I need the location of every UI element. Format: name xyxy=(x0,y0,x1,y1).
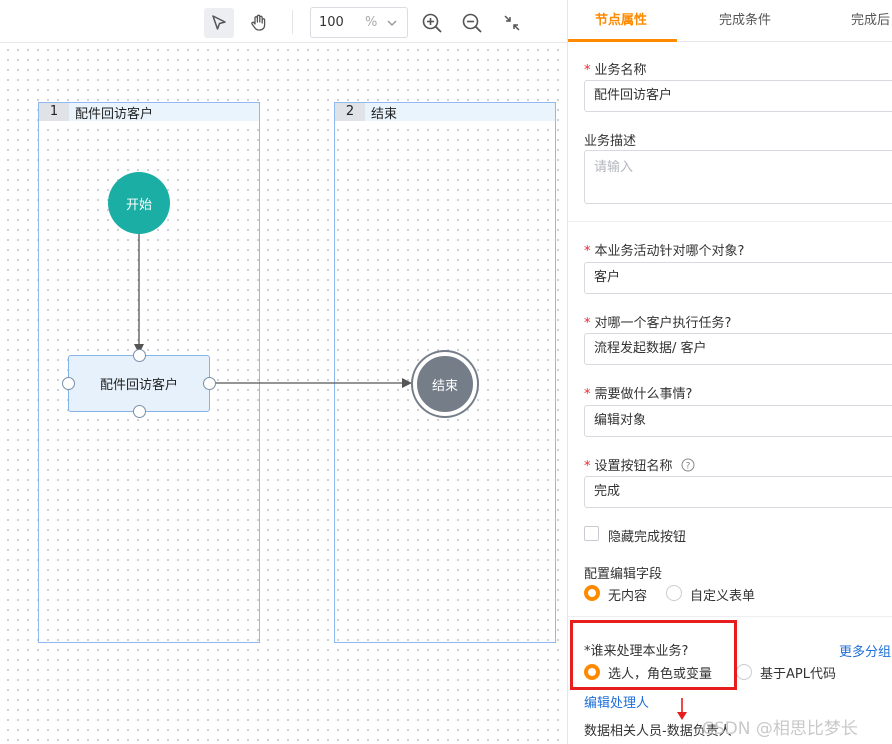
end-node[interactable]: 结束 xyxy=(413,352,477,416)
which-customer-select[interactable]: 流程发起数据/ 客户 xyxy=(584,333,892,365)
panel-tabs: 节点属性 完成条件 完成后 xyxy=(568,0,892,42)
task-node-label: 配件回访客户 xyxy=(99,378,178,393)
business-name-input[interactable]: 配件回访客户 xyxy=(584,80,892,112)
which-customer-label: * 对哪一个客户执行任务? xyxy=(584,316,732,331)
zoom-out-button[interactable] xyxy=(457,8,487,38)
task-node[interactable]: 配件回访客户 xyxy=(68,355,210,412)
zoom-unit: % xyxy=(365,15,378,30)
pointer-icon xyxy=(212,15,226,30)
radio-custom-form-label: 自定义表单 xyxy=(690,589,756,604)
business-name-label: * 业务名称 xyxy=(584,63,647,78)
section-divider xyxy=(568,616,892,617)
target-object-select[interactable]: 客户 xyxy=(584,262,892,294)
hand-tool-button[interactable] xyxy=(244,8,274,38)
task-port-top[interactable] xyxy=(133,349,146,362)
edit-handler-link[interactable]: 编辑处理人 xyxy=(584,692,649,711)
active-tab-underline xyxy=(568,39,677,42)
chevron-down-icon xyxy=(387,20,397,26)
business-desc-label: 业务描述 xyxy=(584,134,637,149)
flow-canvas[interactable]: 1 配件回访客户 2 结束 开始 配件回访客户 结束 xyxy=(0,0,567,744)
zoom-value: 100 xyxy=(319,15,344,30)
hand-icon xyxy=(251,14,266,31)
what-to-do-label: * 需要做什么事情? xyxy=(584,387,693,402)
edge-task-to-end-arrowhead xyxy=(402,378,412,388)
arrow-down-icon xyxy=(677,698,687,720)
target-object-label: * 本业务活动针对哪个对象? xyxy=(584,244,745,259)
business-desc-textarea[interactable]: 请输入 xyxy=(584,150,892,204)
watermark: CSDN @相思比梦长 xyxy=(702,719,858,739)
select-tool-button[interactable] xyxy=(204,8,234,38)
radio-apl-code[interactable] xyxy=(736,664,752,680)
fit-screen-button[interactable] xyxy=(497,8,527,38)
hide-button-checkbox[interactable] xyxy=(584,526,599,541)
canvas-toolbar: 100 % xyxy=(0,0,567,43)
zoom-out-icon xyxy=(462,13,482,33)
tab-completion-conditions[interactable]: 完成条件 xyxy=(719,0,771,42)
highlight-box xyxy=(570,620,737,690)
more-groups-link[interactable]: 更多分组 xyxy=(839,641,891,660)
help-circle-icon[interactable]: ? xyxy=(681,458,695,472)
radio-no-content-label: 无内容 xyxy=(608,589,648,604)
tab-after-completion[interactable]: 完成后 xyxy=(851,0,890,42)
target-object-value: 客户 xyxy=(594,270,621,285)
task-port-bottom[interactable] xyxy=(133,405,146,418)
svg-text:?: ? xyxy=(685,462,690,472)
what-to-do-value: 编辑对象 xyxy=(594,413,647,428)
task-port-right[interactable] xyxy=(203,377,216,390)
button-name-input[interactable]: 完成 xyxy=(584,476,892,508)
zoom-select[interactable]: 100 % xyxy=(310,7,408,38)
which-customer-value: 流程发起数据/ 客户 xyxy=(594,341,707,356)
section-divider xyxy=(568,221,892,222)
task-port-left[interactable] xyxy=(62,377,75,390)
radio-custom-form[interactable] xyxy=(666,585,682,601)
start-node[interactable]: 开始 xyxy=(108,172,170,234)
toolbar-divider xyxy=(292,10,293,34)
zoom-in-button[interactable] xyxy=(417,8,447,38)
edit-fields-label: 配置编辑字段 xyxy=(584,567,663,582)
compress-arrows-icon xyxy=(504,15,520,31)
zoom-in-icon xyxy=(422,13,442,33)
hide-button-label: 隐藏完成按钮 xyxy=(608,530,687,545)
tab-node-properties[interactable]: 节点属性 xyxy=(595,0,647,42)
radio-apl-code-label: 基于APL代码 xyxy=(760,667,836,682)
button-name-label: * 设置按钮名称 ? xyxy=(584,455,695,474)
radio-no-content[interactable] xyxy=(584,585,600,601)
what-to-do-select[interactable]: 编辑对象 xyxy=(584,405,892,437)
